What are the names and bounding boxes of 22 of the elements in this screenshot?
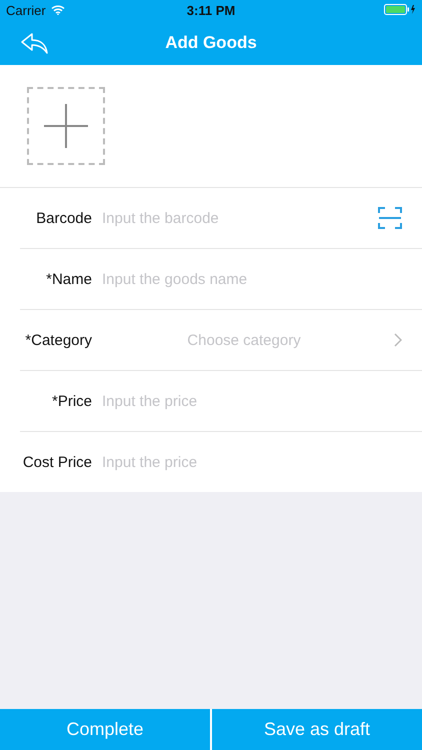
action-button[interactable]: Complete xyxy=(0,709,210,750)
input-field[interactable]: Input the price xyxy=(102,454,402,470)
add-photo-button[interactable] xyxy=(27,87,105,165)
input-field[interactable]: Input the price xyxy=(102,392,402,410)
page-title: Add Goods xyxy=(165,32,257,52)
chevron-icon xyxy=(394,333,402,347)
status-time: 3:11 PM xyxy=(186,2,236,18)
field-label: *Name xyxy=(45,270,92,288)
back-button[interactable] xyxy=(20,32,50,54)
field-label: Barcode xyxy=(35,210,92,226)
input-field[interactable]: Input the barcode xyxy=(102,210,378,226)
scan-icon[interactable] xyxy=(378,206,402,230)
field-label: *Category xyxy=(24,332,92,348)
field-label: *Price xyxy=(50,392,92,410)
battery-icon xyxy=(384,4,416,14)
field-label: Cost Price xyxy=(22,454,92,470)
input-field[interactable]: Input the goods name xyxy=(102,270,402,288)
carrier-name: Carrier xyxy=(6,2,46,18)
category-select[interactable]: Choose category xyxy=(102,332,386,348)
wifi-icon xyxy=(50,5,65,15)
plus-icon xyxy=(42,102,90,150)
action-button[interactable]: Save as draft xyxy=(212,709,422,750)
